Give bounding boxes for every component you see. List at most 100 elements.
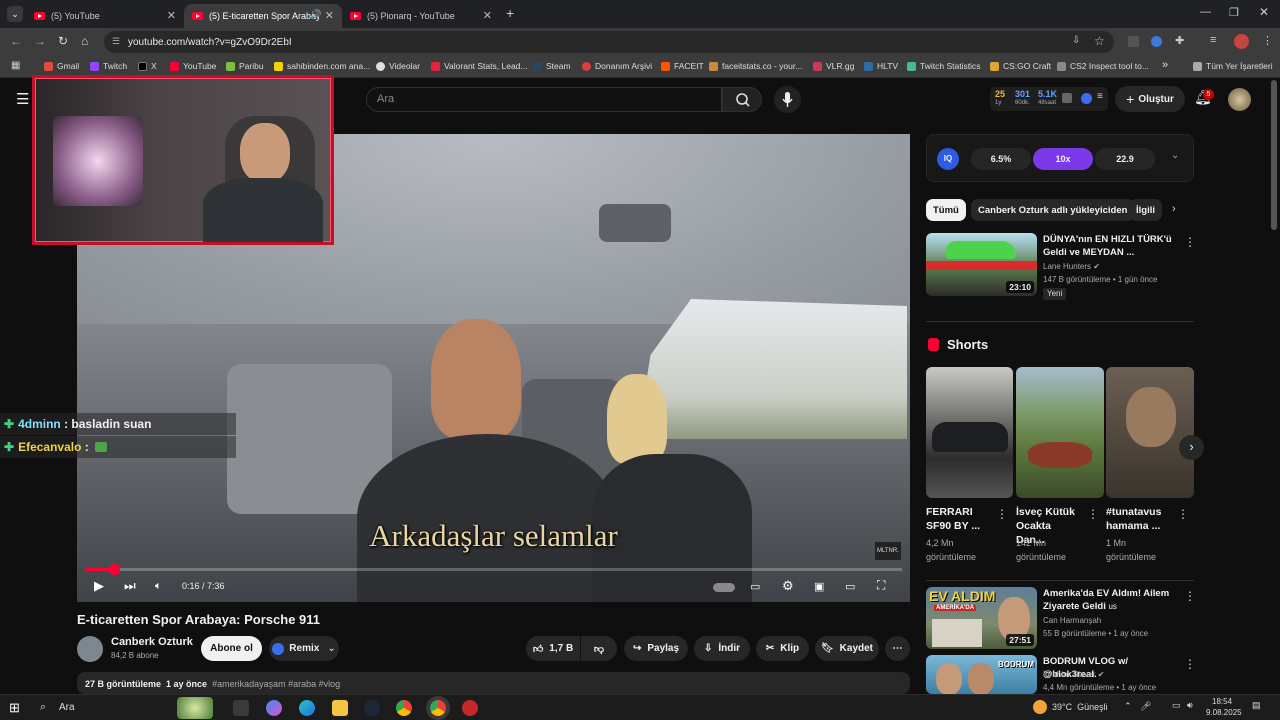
miniplayer-icon[interactable]: ▣: [814, 580, 824, 593]
account-avatar[interactable]: [1228, 88, 1251, 111]
copilot-icon[interactable]: [266, 700, 282, 716]
bookmark-cs2-inspect[interactable]: CS2 Inspect tool to...: [1057, 61, 1149, 71]
remix-button[interactable]: Remix ⌄: [269, 636, 339, 661]
rec-channel[interactable]: Lane Hunters ✔: [1043, 261, 1100, 273]
network-icon[interactable]: ▭: [1172, 700, 1181, 711]
rec-thumbnail[interactable]: EV ALDIM AMERİKA'DA 27:51: [926, 587, 1037, 649]
address-bar[interactable]: ☰ youtube.com/watch?v=gZvO9Dr2EbI ⇩ ☆: [104, 31, 1114, 53]
bookmark-vlr[interactable]: VLR.gg: [813, 61, 854, 71]
fullscreen-icon[interactable]: ⛶: [877, 578, 885, 593]
bookmark-youtube[interactable]: YouTube: [170, 61, 216, 71]
all-bookmarks[interactable]: Tüm Yer İşaretleri: [1193, 61, 1273, 71]
chip-related[interactable]: İlgili: [1129, 199, 1162, 221]
scrubber-handle[interactable]: [108, 564, 120, 575]
weather-text[interactable]: 39°C Güneşli: [1052, 702, 1108, 712]
back-icon[interactable]: ←: [10, 34, 22, 48]
bookmark-steam[interactable]: Steam: [533, 61, 571, 71]
speaker-icon[interactable]: 🔊: [310, 9, 321, 20]
description-box[interactable]: 27 B görüntüleme 1 ay önce #amerikadayaş…: [77, 672, 910, 694]
chevron-right-icon[interactable]: ›: [1172, 203, 1176, 215]
notification-center-icon[interactable]: ▤: [1252, 700, 1261, 711]
rec-title[interactable]: Amerika'da EV Aldım! Ailem Ziyarete Geld…: [1043, 587, 1175, 613]
short-thumbnail[interactable]: [1106, 367, 1194, 498]
bookmark-videolar[interactable]: Videolar: [376, 61, 420, 71]
apps-grid-icon[interactable]: ▦: [11, 60, 20, 71]
channel-name[interactable]: Canberk Ozturk: [111, 636, 193, 648]
home-icon[interactable]: ⌂: [81, 34, 88, 48]
like-button[interactable]: 👍︎ 1,7 B: [526, 636, 580, 661]
short-thumbnail[interactable]: [1016, 367, 1104, 498]
stats-extension[interactable]: 25 1y 301 60dk. 5.1K 48saat ≡: [990, 87, 1108, 111]
iq-value-3[interactable]: 22.9: [1095, 148, 1155, 170]
rec-thumbnail[interactable]: BODRUM: [926, 655, 1037, 694]
iq-value-1[interactable]: 6.5%: [971, 148, 1031, 170]
chip-all[interactable]: Tümü: [926, 199, 966, 221]
rec-channel[interactable]: İbrahim Tilaver ✔: [1043, 669, 1104, 681]
download-button[interactable]: ⇩ İndir: [694, 636, 750, 661]
dislike-button[interactable]: 👎︎: [581, 636, 617, 661]
share-button[interactable]: ↪ Paylaş: [624, 636, 688, 661]
search-button[interactable]: [722, 87, 762, 112]
rec-thumbnail[interactable]: 23:10: [926, 233, 1037, 296]
close-icon[interactable]: ✕: [167, 9, 176, 22]
shorts-next-button[interactable]: ›: [1179, 435, 1204, 460]
short-title[interactable]: FERRARI SF90 BY ...: [926, 505, 988, 533]
restore-button[interactable]: ❐: [1229, 6, 1239, 19]
volume-tray-icon[interactable]: 🔊︎: [1187, 700, 1193, 711]
reload-icon[interactable]: ↻: [58, 34, 68, 48]
profile-avatar[interactable]: [1234, 34, 1249, 49]
reading-list-icon[interactable]: ≡: [1210, 34, 1216, 46]
create-button[interactable]: + Oluştur: [1115, 86, 1185, 112]
clip-button[interactable]: ✂ Klip: [756, 636, 809, 661]
mic-tray-icon[interactable]: 🎤︎: [1140, 701, 1151, 712]
steam-icon[interactable]: [364, 700, 380, 716]
bookmark-star-icon[interactable]: ☆: [1094, 34, 1105, 48]
short-title[interactable]: #tunatavus hamama ...: [1106, 505, 1172, 533]
more-actions-button[interactable]: ⋯: [885, 636, 910, 661]
settings-gear-icon[interactable]: ⚙: [782, 578, 794, 594]
search-input[interactable]: Ara: [366, 87, 722, 112]
bookmark-sahibinden[interactable]: sahibinden.com ana...: [274, 61, 370, 71]
bookmark-csgo-craft[interactable]: CS:GO Craft: [990, 61, 1051, 71]
bookmarks-overflow[interactable]: »: [1162, 59, 1168, 71]
more-options-icon[interactable]: ⋮: [1184, 235, 1196, 249]
tab-active-video[interactable]: (5) E-ticaretten Spor Arabay 🔊 ✕: [184, 4, 342, 28]
bookmark-gmail[interactable]: Gmail: [44, 61, 79, 71]
chrome-icon[interactable]: [396, 700, 412, 716]
app-icon[interactable]: [462, 700, 478, 716]
clock-time[interactable]: 18:54: [1212, 697, 1232, 706]
close-icon[interactable]: ✕: [483, 9, 492, 22]
browser-menu-icon[interactable]: ⋮: [1262, 34, 1273, 47]
iq-value-2[interactable]: 10x: [1033, 148, 1093, 170]
short-thumbnail[interactable]: [926, 367, 1013, 498]
extension-icon[interactable]: [1128, 36, 1139, 47]
bookmark-twitch-statistics[interactable]: Twitch Statistics: [907, 61, 980, 71]
volume-icon[interactable]: 🔈︎: [155, 580, 162, 593]
save-button[interactable]: 🔖︎ Kaydet: [815, 636, 879, 661]
file-explorer-icon[interactable]: [332, 700, 348, 716]
taskbar-search-label[interactable]: Ara: [59, 702, 75, 713]
chrome-active-icon[interactable]: [430, 700, 446, 716]
tray-chevron-icon[interactable]: ⌃: [1124, 701, 1132, 712]
site-info-icon[interactable]: ☰: [112, 36, 120, 47]
chip-uploader[interactable]: Canberk Ozturk adlı yükleyiciden: [971, 199, 1135, 221]
play-button[interactable]: ▶: [94, 578, 104, 594]
bookmark-x[interactable]: X: [138, 61, 157, 71]
extension-icon[interactable]: [1151, 36, 1162, 47]
bookmark-valorant[interactable]: Valorant Stats, Lead...: [431, 61, 527, 71]
bookmark-paribu[interactable]: Paribu: [226, 61, 264, 71]
clock-date[interactable]: 9.08.2025: [1206, 708, 1242, 717]
close-icon[interactable]: ✕: [325, 9, 334, 22]
bookmark-donanim[interactable]: Donanım Arşivi: [582, 61, 652, 71]
windows-start-icon[interactable]: ⊞: [9, 700, 20, 716]
forward-icon[interactable]: →: [34, 34, 46, 48]
tab-pionarq[interactable]: (5) Pionarq - YouTube ✕: [342, 4, 500, 28]
progress-bar[interactable]: [85, 564, 902, 575]
tab-search-icon[interactable]: ⌄: [7, 6, 23, 22]
subtitles-icon[interactable]: ▭: [750, 580, 760, 593]
hamburger-menu-icon[interactable]: ☰: [16, 90, 29, 108]
new-tab-button[interactable]: +: [506, 5, 514, 21]
more-options-icon[interactable]: ⋮: [1184, 589, 1196, 603]
rec-channel[interactable]: Can Harmanşah: [1043, 615, 1101, 627]
chevron-down-icon[interactable]: ⌄: [1171, 150, 1179, 161]
